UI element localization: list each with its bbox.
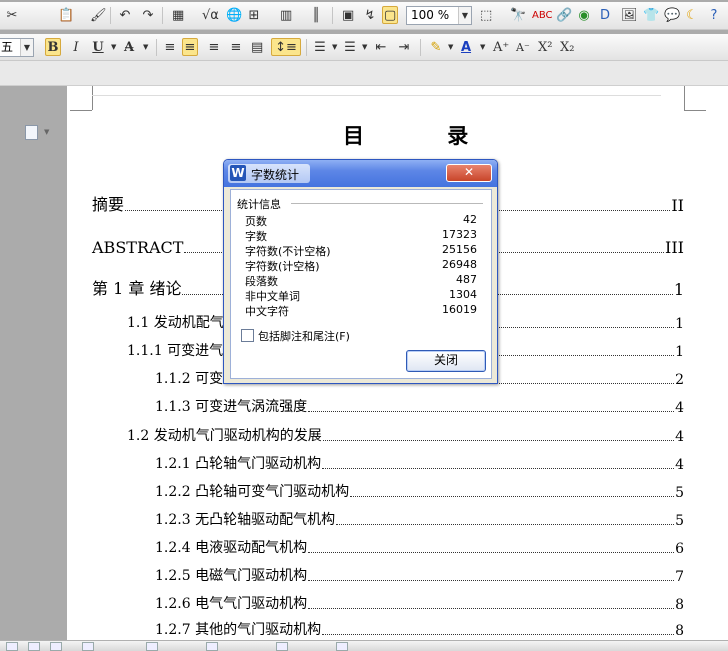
stat-row: 页数 42 (245, 213, 477, 228)
toc-entry[interactable]: 1.2 发动机气门驱动机构的发展 4 (127, 425, 684, 445)
formatting-toolbar: 五 ▼ B I U ▼ A̶ ▼ ≡ ≡ ≡ ≡ ▤ ↕≡ ☰ ▼ ☰ ▼ ⇤ … (0, 34, 728, 61)
stat-row: 非中文单词 1304 (245, 288, 477, 303)
help-icon[interactable]: ? (706, 6, 722, 24)
font-size-select[interactable]: 五 ▼ (0, 38, 34, 57)
word-count-dialog: W 字数统计 ✕ 统计信息 页数 42 字数 17323 字符数(不计空格) 2515… (223, 159, 498, 384)
include-footnotes-label[interactable]: 包括脚注和尾注(F) (258, 328, 350, 344)
dialog-body: 统计信息 页数 42 字数 17323 字符数(不计空格) 25156 字符数(计空格… (230, 189, 492, 379)
undo-icon[interactable]: ↶ (117, 6, 133, 24)
stat-row: 中文字符 16019 (245, 303, 477, 318)
wps-logo-icon: W (230, 165, 246, 181)
chevron-down-icon[interactable]: ▼ (20, 39, 33, 56)
underline-button[interactable]: U (90, 38, 106, 56)
align-right-icon[interactable]: ≡ (206, 38, 222, 56)
drawing-toolbar (0, 640, 728, 651)
toc-entry[interactable]: 1.2.5 电磁气门驱动机构 7 (155, 565, 684, 585)
hyperlink-icon[interactable]: 🌐 (224, 6, 244, 24)
stats-group-title: 统计信息 (237, 198, 281, 211)
align-center-icon[interactable]: ≡ (182, 38, 198, 56)
shirt-icon[interactable]: 👕 (641, 6, 661, 24)
chevron-down-icon[interactable]: ▼ (458, 7, 471, 24)
distributed-icon[interactable]: ▤ (249, 38, 265, 56)
document-map-icon[interactable]: ▣ (340, 6, 356, 24)
highlight-icon[interactable]: ✎ (428, 38, 444, 56)
find-icon[interactable]: 🔭 (508, 6, 528, 24)
bullets-icon[interactable]: ☰ (342, 38, 358, 56)
justify-icon[interactable]: ≡ (228, 38, 244, 56)
stat-row: 段落数 487 (245, 273, 477, 288)
increase-indent-icon[interactable]: ⇥ (396, 38, 412, 56)
format-painter-icon[interactable]: 🖌 (88, 6, 109, 24)
dialog-title: 字数统计 (251, 168, 300, 182)
strikethrough-button[interactable]: A̶ (121, 38, 137, 56)
formula-icon[interactable]: √α (200, 6, 221, 24)
d-icon[interactable]: D (597, 6, 613, 24)
stat-row: 字符数(计空格) 26948 (245, 258, 477, 273)
share-icon[interactable]: 🔗 (554, 6, 574, 24)
moon-icon[interactable]: ☾ (684, 6, 700, 24)
close-button[interactable]: 关闭 (406, 350, 486, 372)
toc-entry[interactable]: 1.1.3 可变进气涡流强度 4 (155, 396, 684, 416)
page-view-icon[interactable]: ▢ (382, 6, 399, 24)
spellcheck-icon[interactable]: ABC (530, 6, 555, 24)
standard-toolbar: ✂ 📋 🖌 ↶ ↷ ▦ √α 🌐 ⊞ ▥ ║ ▣ ↯ ▢ 100 % ▼ ⬚ 🔭… (0, 2, 728, 30)
shrink-font-icon[interactable]: A⁻ (514, 38, 532, 56)
toc-entry[interactable]: 1.2.4 电液驱动配气机构 6 (155, 537, 684, 557)
document-icon[interactable] (25, 125, 38, 140)
zoom-value: 100 % (411, 8, 450, 22)
subscript-icon[interactable]: X₂ (558, 38, 576, 56)
insert-table-icon[interactable]: ⊞ (246, 6, 262, 24)
toc-entry[interactable]: 1.2.3 无凸轮轴驱动配气机构 5 (155, 509, 684, 529)
close-icon[interactable]: ✕ (446, 164, 492, 182)
toc-entry[interactable]: 1.2.2 凸轮轴可变气门驱动机构 5 (155, 481, 684, 501)
toc-entry[interactable]: 1.2.1 凸轮轴气门驱动机构 4 (155, 453, 684, 473)
font-color-icon[interactable]: A (458, 38, 474, 56)
toc-title: 目 录 (343, 123, 507, 148)
picture-icon[interactable]: 🖼 (619, 6, 640, 24)
select-objects-icon[interactable]: ⬚ (478, 6, 494, 24)
toc-entry[interactable]: 1.2.7 其他的气门驱动机构 8 (155, 619, 684, 639)
grow-font-icon[interactable]: A⁺ (491, 38, 511, 56)
italic-button[interactable]: I (68, 38, 84, 56)
cut-icon[interactable]: ✂ (4, 6, 20, 24)
table-icon[interactable]: ▦ (170, 6, 186, 24)
superscript-icon[interactable]: X² (536, 38, 554, 56)
decrease-indent-icon[interactable]: ⇤ (373, 38, 389, 56)
chart-icon[interactable]: ║ (308, 6, 324, 24)
numbering-icon[interactable]: ☰ (312, 38, 328, 56)
zoom-select[interactable]: 100 % ▼ (406, 6, 472, 25)
include-footnotes-checkbox[interactable] (241, 329, 254, 342)
align-left-icon[interactable]: ≡ (162, 38, 178, 56)
font-size-value: 五 (1, 40, 14, 54)
dialog-titlebar[interactable]: W 字数统计 ✕ (224, 160, 497, 187)
columns-icon[interactable]: ▥ (278, 6, 294, 24)
bold-button[interactable]: B (45, 38, 61, 56)
line-spacing-icon[interactable]: ↕≡ (271, 38, 301, 56)
ruler-strip (0, 61, 728, 86)
stat-row: 字数 17323 (245, 228, 477, 243)
show-marks-icon[interactable]: ↯ (362, 6, 378, 24)
redo-icon[interactable]: ↷ (140, 6, 156, 24)
chat-icon[interactable]: 💬 (662, 6, 682, 24)
paste-icon[interactable]: 📋 (56, 6, 76, 24)
stat-row: 字符数(不计空格) 25156 (245, 243, 477, 258)
chrome-icon[interactable]: ◉ (576, 6, 592, 24)
toc-entry[interactable]: 1.2.6 电气气门驱动机构 8 (155, 593, 684, 613)
